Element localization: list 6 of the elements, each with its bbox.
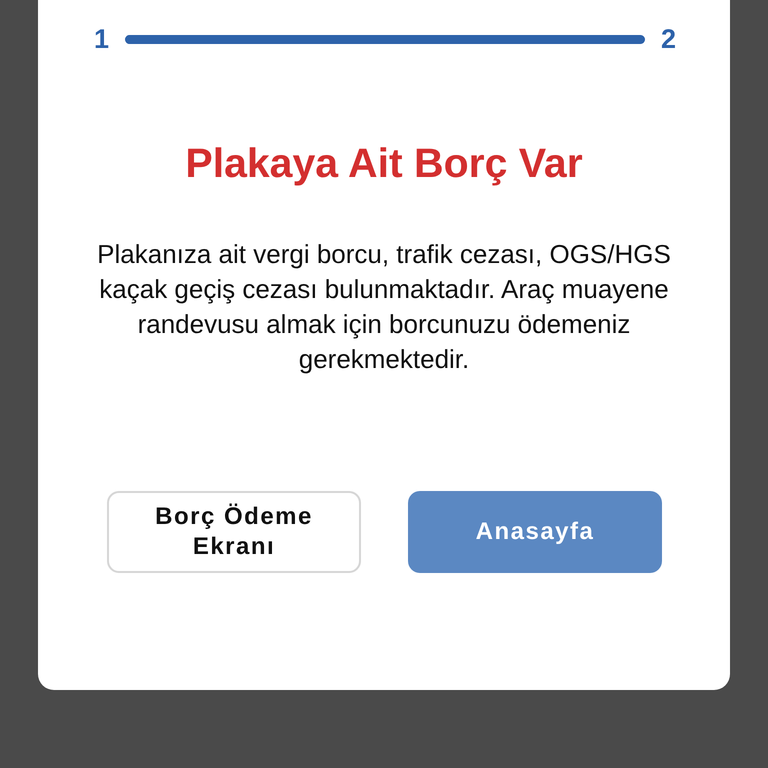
- step-number: 1: [94, 24, 110, 54]
- step-number: 2: [660, 24, 676, 54]
- home-button[interactable]: Anasayfa: [408, 491, 662, 573]
- alert-message: Plakanıza ait vergi borcu, trafik cezası, OGS/HGS kaçak geçiş cezası bulunmaktadır. Araç muayene randevusu almak için borcunuzu ödemeniz gerekmektedir.: [96, 238, 672, 376]
- debt-payment-button[interactable]: Borç Ödeme Ekranı: [107, 491, 361, 573]
- alert-title: Plakaya Ait Borç Var: [184, 140, 584, 187]
